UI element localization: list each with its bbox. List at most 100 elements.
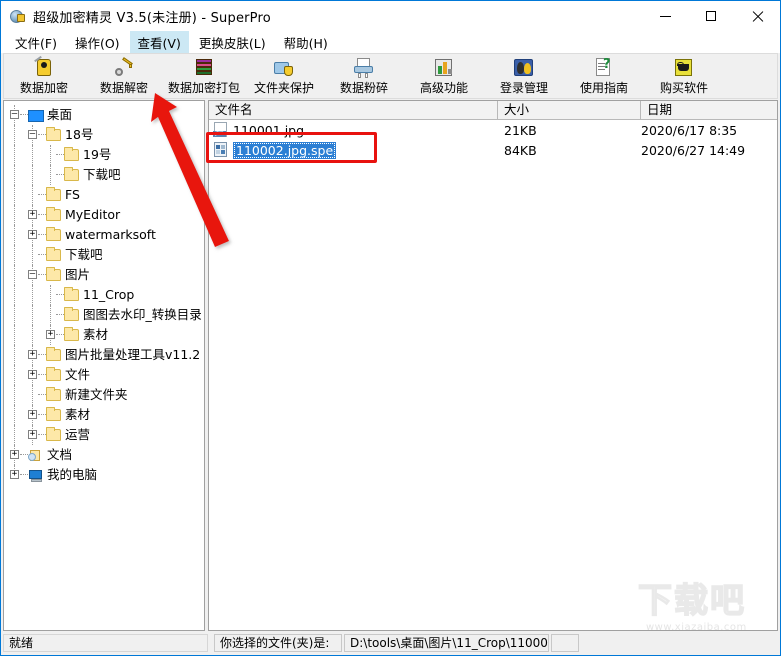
folder-icon [64,307,80,322]
tree-item-label: 桌面 [47,107,73,122]
tree-expander-minus[interactable]: – [28,130,37,139]
file-name-cell[interactable]: JPG 110001.jpg [209,122,498,138]
minimize-button[interactable] [642,1,688,31]
status-trailing [551,634,579,652]
menu-item-file[interactable]: 文件(F) [7,31,65,54]
column-header-size[interactable]: 大小 [498,101,641,120]
folder-icon [46,207,62,222]
tree-connector-line [50,145,51,165]
tree-item-2[interactable]: 19号 [4,145,204,165]
maximize-button[interactable] [688,1,734,31]
folder-icon [46,247,62,262]
zip-archive-icon [193,57,215,78]
tree-item-14[interactable]: 新建文件夹 [4,385,204,405]
tree-connector-line [32,185,33,205]
tree-item-17[interactable]: + 文档 [4,445,204,465]
folder-tree-pane[interactable]: – 桌面 –18号 19号 下载吧 FS + MyEditor + watermarksoft 下载… [3,100,205,631]
tree-item-label: 运营 [65,427,91,442]
tree-expander-plus[interactable]: + [28,350,37,359]
tree-item-4[interactable]: FS [4,185,204,205]
toolbar: 数据加密 数据解密 数据加密打包 文件夹保护 数据粉碎 高级功能 登录管理 ? … [3,53,778,99]
toolbar-button-login-manage[interactable]: 登录管理 [484,54,564,98]
tree-item-18[interactable]: + 我的电脑 [4,465,204,485]
file-name[interactable]: 110001.jpg [233,123,304,138]
tree-connector-line [32,145,33,165]
tree-connector-line [32,325,33,345]
tree-item-label: 图图去水印_转换目录 [83,307,202,322]
file-name-selected[interactable]: 110002.jpg.spe [233,141,337,159]
tree-item-0[interactable]: – 桌面 [4,105,204,125]
tree-connector-dots [38,214,46,215]
file-row[interactable]: JPG 110001.jpg 21KB 2020/6/17 8:35 [209,120,777,140]
tree-item-5[interactable]: + MyEditor [4,205,204,225]
tree-item-16[interactable]: + 运营 [4,425,204,445]
column-header-date[interactable]: 日期 [641,101,777,120]
tree-item-13[interactable]: + 文件 [4,365,204,385]
tree-item-11[interactable]: + 素材 [4,325,204,345]
file-list-pane[interactable]: 文件名 大小 日期 JPG 110001.jpg 21KB 2020/6/17 8:3… [208,100,778,631]
menu-item-skin[interactable]: 更换皮肤(L) [191,31,274,54]
toolbar-label-folder-protect: 文件夹保护 [253,81,314,95]
toolbar-button-advanced[interactable]: 高级功能 [404,54,484,98]
folder-tree: – 桌面 –18号 19号 下载吧 FS + MyEditor + watermarksoft 下载… [4,101,204,485]
tree-connector-line [32,245,33,265]
tree-item-9[interactable]: 11_Crop [4,285,204,305]
tree-connector-dots [38,394,46,395]
tree-expander-minus[interactable]: – [10,110,19,119]
tree-connector-line [14,305,15,325]
tree-connector-dots [38,254,46,255]
tree-connector-line [14,405,15,425]
file-name-cell[interactable]: 110002.jpg.spe [209,141,498,159]
tree-item-6[interactable]: + watermarksoft [4,225,204,245]
column-header-name[interactable]: 文件名 [209,101,498,120]
tree-item-10[interactable]: 图图去水印_转换目录 [4,305,204,325]
tree-expander-plus[interactable]: + [28,370,37,379]
tree-expander-plus[interactable]: + [10,470,19,479]
toolbar-button-encrypt[interactable]: 数据加密 [4,54,84,98]
tree-connector-line [50,285,51,305]
menu-item-view[interactable]: 查看(V) [129,30,189,54]
my-computer-icon [28,468,44,482]
folder-icon [46,267,62,282]
tree-expander-plus[interactable]: + [28,210,37,219]
toolbar-button-encrypt-pack[interactable]: 数据加密打包 [164,54,244,98]
tree-item-12[interactable]: + 图片批量处理工具v11.2 [4,345,204,365]
tree-expander-plus[interactable]: + [28,430,37,439]
status-ready: 就绪 [3,634,208,652]
tree-connector-line [14,345,15,365]
tree-connector-dots [56,174,64,175]
menu-item-help[interactable]: 帮助(H) [276,31,336,54]
folder-icon [46,387,62,402]
tree-item-label: watermarksoft [65,227,156,242]
tree-connector-line [32,385,33,405]
tree-connector-line [14,245,15,265]
toolbar-button-shred[interactable]: 数据粉碎 [324,54,404,98]
tree-expander-plus[interactable]: + [46,330,55,339]
toolbar-button-buy[interactable]: 购买软件 [644,54,724,98]
close-button[interactable] [734,1,780,31]
tree-connector-dots [20,474,28,475]
file-row[interactable]: 110002.jpg.spe 84KB 2020/6/27 14:49 [209,140,777,160]
tree-item-1[interactable]: – 18号 [4,125,204,145]
tree-expander-minus[interactable]: – [28,270,37,279]
tree-item-8[interactable]: – 图片 [4,265,204,285]
users-icon [513,57,535,78]
toolbar-button-folder-protect[interactable]: 文件夹保护 [244,54,324,98]
tree-item-7[interactable]: 下载吧 [4,245,204,265]
toolbar-button-guide[interactable]: ? 使用指南 [564,54,644,98]
tree-item-label: 19号 [83,147,112,162]
lock-person-icon [33,55,55,78]
tree-connector-dots [56,314,64,315]
tree-item-3[interactable]: 下载吧 [4,165,204,185]
toolbar-label-decrypt: 数据解密 [99,81,148,95]
menu-item-operate[interactable]: 操作(O) [67,31,128,54]
tree-expander-plus[interactable]: + [10,450,19,459]
folder-icon [46,367,62,382]
tree-item-15[interactable]: + 素材 [4,405,204,425]
folder-icon [46,407,62,422]
tree-expander-plus[interactable]: + [28,410,37,419]
tree-expander-plus[interactable]: + [28,230,37,239]
status-bar: 就绪 你选择的文件(夹)是: D:\tools\桌面\图片\11_Crop\11… [1,631,780,655]
toolbar-button-decrypt[interactable]: 数据解密 [84,54,164,98]
tree-connector-line [14,145,15,165]
